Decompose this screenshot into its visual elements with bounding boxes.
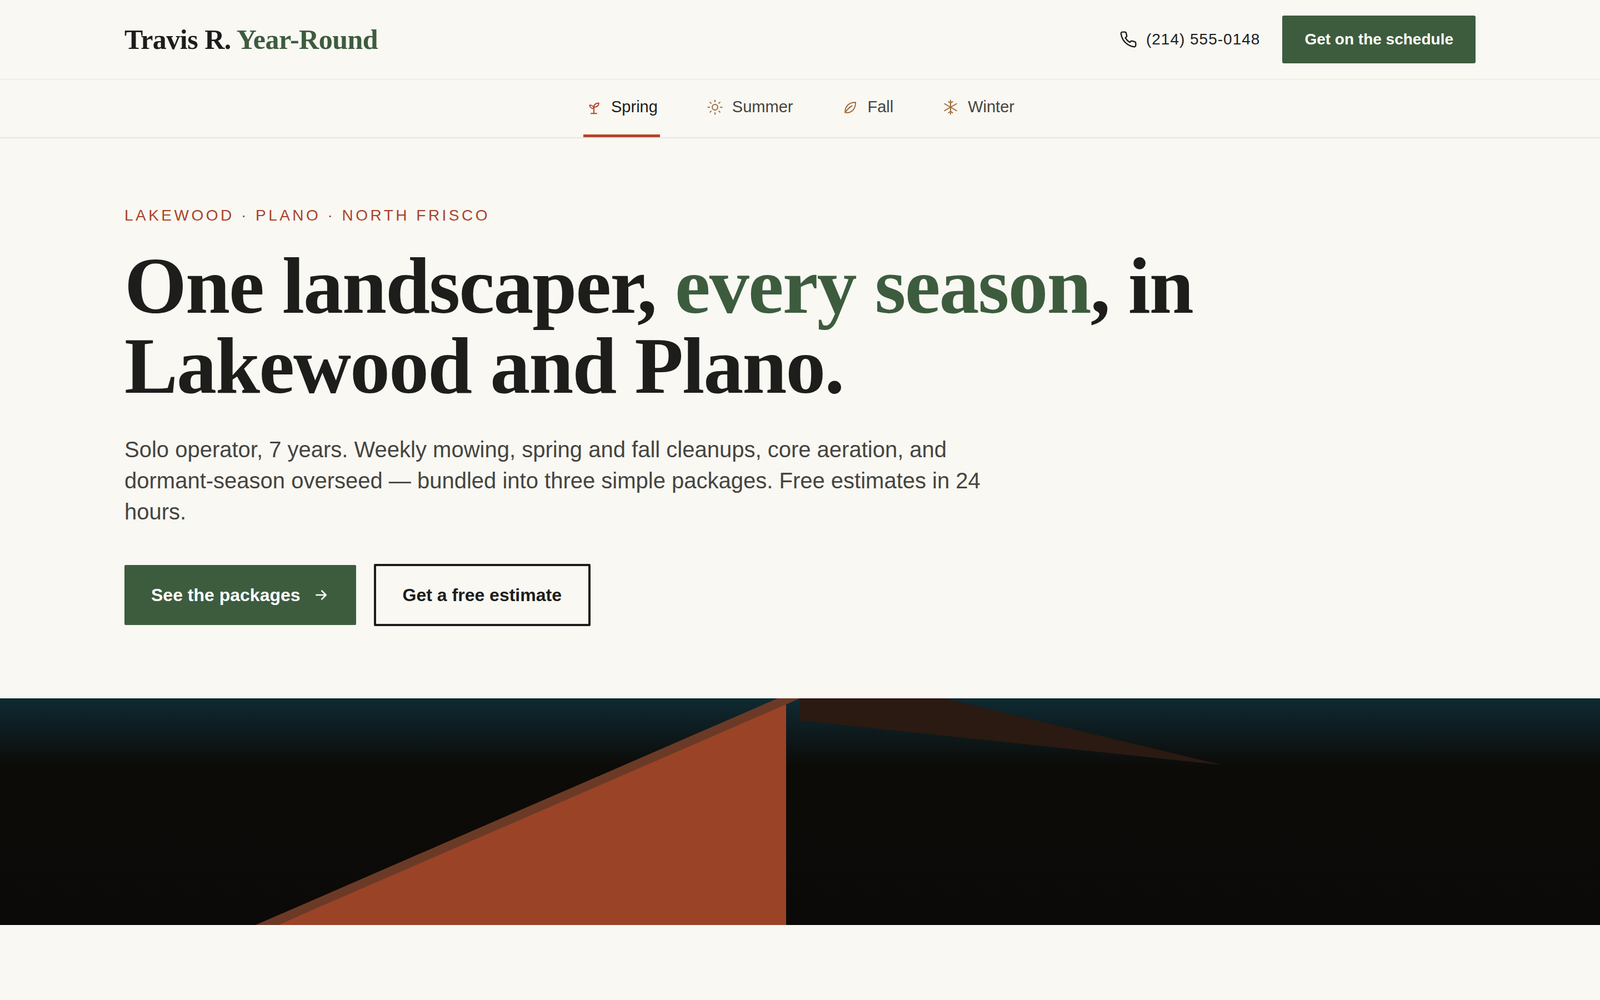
arrow-right-icon xyxy=(312,586,330,604)
phone-icon xyxy=(1119,30,1138,49)
season-tab[interactable]: Summer xyxy=(704,79,796,138)
eyebrow: LAKEWOOD · PLANO · NORTH FRISCO xyxy=(124,203,1476,228)
phone-number: (214) 555-0148 xyxy=(1146,27,1260,52)
hero: LAKEWOOD · PLANO · NORTH FRISCO One land… xyxy=(0,138,1600,925)
hero-body: Solo operator, 7 years. Weekly mowing, s… xyxy=(124,433,992,528)
photo-shape xyxy=(0,698,1600,925)
logo-name: Travis R. xyxy=(124,18,232,61)
season-tab[interactable]: Spring xyxy=(583,79,660,138)
hero-actions: See the packages Get a free estimate xyxy=(124,563,1476,627)
season-tabs: Spring Summer Fall Winter xyxy=(0,79,1600,139)
winter-icon xyxy=(942,98,959,116)
heading-part: every season xyxy=(675,241,1091,330)
hero-heading: One landscaper, every season, in Lakewoo… xyxy=(124,246,1269,407)
estimate-button[interactable]: Get a free estimate xyxy=(373,563,591,627)
hero-photo xyxy=(0,698,1600,925)
packages-label: See the packages xyxy=(151,581,301,609)
tab-label: Summer xyxy=(732,95,794,120)
site-header: Travis R. Year-Round (214) 555-0148 Get … xyxy=(0,0,1600,80)
season-tab[interactable]: Fall xyxy=(839,79,896,138)
schedule-button[interactable]: Get on the schedule xyxy=(1282,15,1476,64)
logo[interactable]: Travis R. Year-Round xyxy=(124,18,378,61)
logo-accent: Year-Round xyxy=(236,18,378,61)
tab-label: Winter xyxy=(967,95,1015,120)
packages-button[interactable]: See the packages xyxy=(124,565,357,625)
tab-label: Fall xyxy=(867,95,894,120)
season-tab[interactable]: Winter xyxy=(940,79,1017,138)
spring-icon xyxy=(585,98,603,116)
heading-part: One landscaper, xyxy=(124,241,675,330)
fall-icon xyxy=(841,98,859,116)
tab-label: Spring xyxy=(611,95,658,120)
header-actions: (214) 555-0148 Get on the schedule xyxy=(1119,15,1476,64)
phone-link[interactable]: (214) 555-0148 xyxy=(1119,27,1260,52)
summer-icon xyxy=(706,98,724,116)
